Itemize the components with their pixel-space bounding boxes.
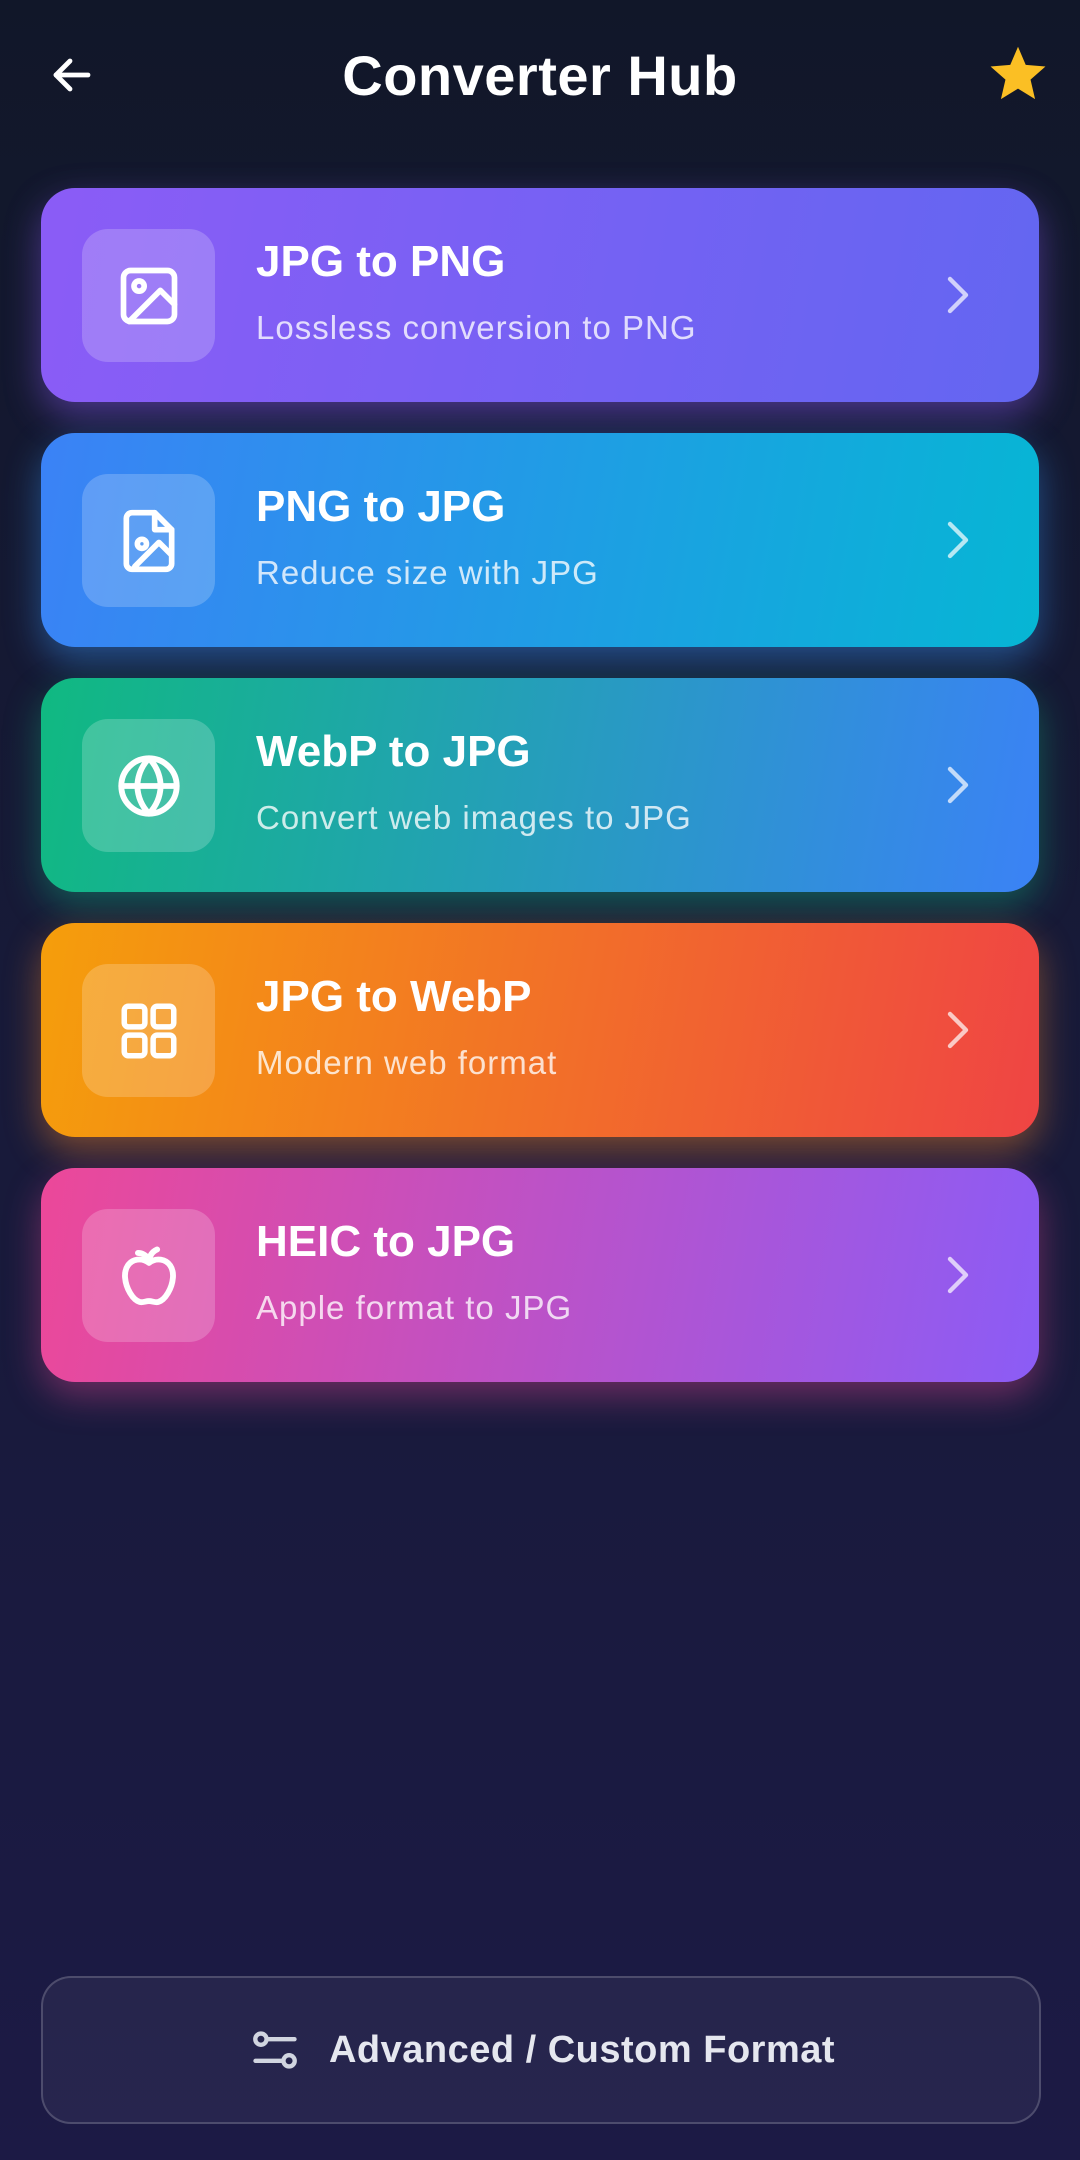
favorite-button[interactable] [982, 38, 1054, 110]
app-screen: Converter Hub JPG to PNG Lossless conver… [0, 0, 1080, 2160]
chevron-right-icon [933, 515, 983, 565]
card-icon-box [82, 964, 215, 1097]
chevron-right-icon [933, 1250, 983, 1300]
advanced-custom-format-button[interactable]: Advanced / Custom Format [41, 1976, 1041, 2124]
card-icon-box [82, 719, 215, 852]
star-icon [990, 46, 1046, 100]
card-icon-box [82, 1209, 215, 1342]
card-heic-to-jpg[interactable]: HEIC to JPG Apple format to JPG [41, 1168, 1039, 1382]
card-subtitle: Modern web format [256, 1044, 558, 1081]
card-png-to-jpg[interactable]: PNG to JPG Reduce size with JPG [41, 433, 1039, 647]
card-title: HEIC to JPG [256, 1217, 516, 1266]
grid-icon [121, 1003, 176, 1058]
advanced-button-label: Advanced / Custom Format [328, 2028, 836, 2071]
card-subtitle: Reduce size with JPG [256, 554, 599, 591]
card-jpg-to-png[interactable]: JPG to PNG Lossless conversion to PNG [41, 188, 1039, 402]
chevron-right-icon [933, 760, 983, 810]
card-subtitle: Apple format to JPG [256, 1289, 573, 1326]
sliders-icon [247, 2022, 303, 2078]
card-title: PNG to JPG [256, 482, 506, 531]
card-icon-box [82, 229, 215, 362]
card-title: JPG to PNG [256, 237, 506, 286]
converter-list: JPG to PNG Lossless conversion to PNG PN… [41, 188, 1039, 1413]
card-icon-box [82, 474, 215, 607]
chevron-right-icon [933, 270, 983, 320]
file-image-icon [123, 509, 175, 572]
card-title: WebP to JPG [256, 727, 531, 776]
card-subtitle: Lossless conversion to PNG [256, 309, 697, 346]
card-title: JPG to WebP [256, 972, 532, 1021]
top-bar: Converter Hub [0, 0, 1080, 150]
apple-icon [121, 1246, 176, 1305]
card-webp-to-jpg[interactable]: WebP to JPG Convert web images to JPG [41, 678, 1039, 892]
image-icon [120, 267, 177, 324]
page-title: Converter Hub [342, 44, 738, 107]
card-subtitle: Convert web images to JPG [256, 799, 692, 836]
chevron-right-icon [933, 1005, 983, 1055]
card-jpg-to-webp[interactable]: JPG to WebP Modern web format [41, 923, 1039, 1137]
globe-icon [117, 754, 180, 817]
